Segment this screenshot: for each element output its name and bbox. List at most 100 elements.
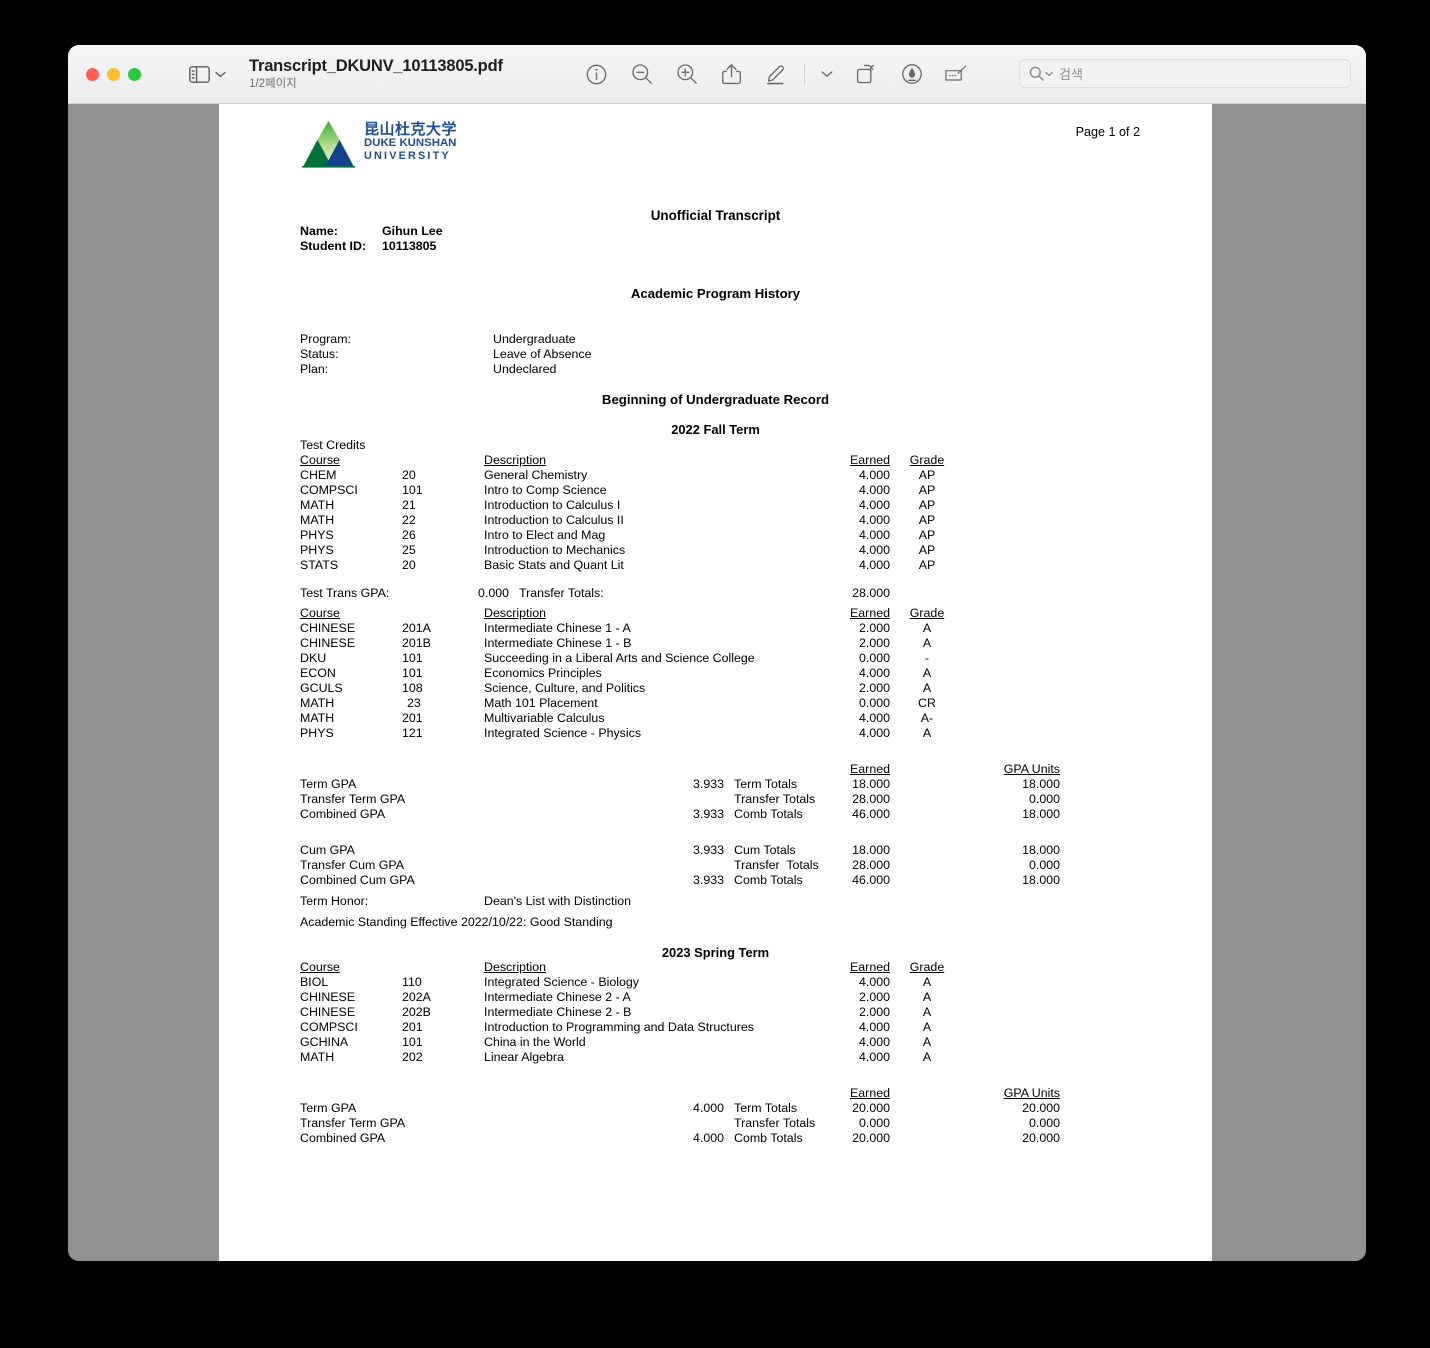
sidebar-chevron-down-icon[interactable] bbox=[215, 71, 226, 78]
table-row: China in the World bbox=[484, 1035, 586, 1049]
name-value: Gihun Lee bbox=[382, 224, 443, 238]
fall-totals-header-earned: Earned bbox=[850, 762, 890, 776]
table-row: 4.000 bbox=[858, 711, 890, 725]
combined-gpa-label: Combined GPA bbox=[300, 807, 386, 821]
table-row: MATH bbox=[300, 513, 335, 527]
spring-transfer-totals-earned: 0.000 bbox=[858, 1116, 890, 1130]
table-row: 4.000 bbox=[858, 483, 890, 497]
table-row: 4.000 bbox=[858, 975, 890, 989]
term-totals-earned: 18.000 bbox=[852, 777, 890, 791]
search-icon[interactable] bbox=[1029, 66, 1053, 81]
annotate-icon[interactable] bbox=[900, 62, 924, 86]
table-row: 202 bbox=[402, 1050, 423, 1064]
table-row: A bbox=[922, 726, 932, 740]
combined-cum-gpa-label: Combined Cum GPA bbox=[300, 873, 415, 887]
signature-icon[interactable] bbox=[945, 62, 969, 86]
spring-totals-header-gpa-units: GPA Units bbox=[1003, 1086, 1060, 1100]
table-row: A bbox=[922, 990, 932, 1004]
table-row: 26 bbox=[402, 528, 416, 542]
comb-cum-totals-label: Comb Totals bbox=[734, 873, 803, 887]
test-transfer-totals-label: Transfer Totals: bbox=[519, 586, 604, 600]
info-icon[interactable] bbox=[585, 62, 609, 86]
table-row: 101 bbox=[402, 651, 423, 665]
table-row: Intro to Comp Science bbox=[484, 483, 607, 497]
table-row: GCULS bbox=[300, 681, 343, 695]
cum-totals-label: Cum Totals bbox=[734, 843, 796, 857]
table-row: 201 bbox=[402, 1020, 423, 1034]
table-row: A bbox=[922, 1035, 932, 1049]
page-number-label: Page 1 of 2 bbox=[1075, 125, 1140, 139]
comb-totals-label: Comb Totals bbox=[734, 807, 803, 821]
spring-header-grade: Grade bbox=[909, 960, 945, 974]
table-row: Integrated Science - Physics bbox=[484, 726, 642, 740]
toolbar-divider bbox=[803, 63, 805, 85]
transfer-cum-totals-earned: 28.000 bbox=[852, 858, 890, 872]
table-row: CR bbox=[918, 696, 936, 710]
dku-logo: 昆山杜克大学 DUKE KUNSHAN UNIVERSITY bbox=[300, 119, 470, 173]
test-header-grade: Grade bbox=[909, 453, 945, 467]
table-row: 4.000 bbox=[858, 666, 890, 680]
table-row: 4.000 bbox=[858, 498, 890, 512]
table-row: A bbox=[922, 1020, 932, 1034]
spring-comb-totals-label: Comb Totals bbox=[734, 1131, 803, 1145]
table-row: 4.000 bbox=[858, 726, 890, 740]
sidebar-toggle-group[interactable] bbox=[189, 65, 226, 83]
table-row: A bbox=[922, 1005, 932, 1019]
term-totals-gpa-units: 18.000 bbox=[1022, 777, 1060, 791]
combined-gpa-value: 3.933 bbox=[692, 807, 724, 821]
share-icon[interactable] bbox=[720, 62, 744, 86]
table-row: Intermediate Chinese 2 - A bbox=[484, 990, 631, 1004]
window-titlebar: Transcript_DKUNV_10113805.pdf 1/2페이지 검색 bbox=[68, 45, 1366, 104]
table-row: DKU bbox=[300, 651, 327, 665]
fall-header-grade: Grade bbox=[909, 606, 945, 620]
table-row: STATS bbox=[300, 558, 339, 572]
table-row: A bbox=[922, 1050, 932, 1064]
pdf-content-area[interactable]: Page 1 of 2 昆山杜克大学 DUKE KUNSHAN UNIVERSI… bbox=[68, 104, 1366, 1261]
comb-cum-totals-earned: 46.000 bbox=[852, 873, 890, 887]
table-row: AP bbox=[918, 483, 936, 497]
minimize-window-button[interactable] bbox=[107, 67, 120, 81]
term-gpa-label: Term GPA bbox=[300, 777, 357, 791]
table-row: 2.000 bbox=[858, 636, 890, 650]
close-window-button[interactable] bbox=[86, 67, 99, 81]
table-row: 101 bbox=[402, 666, 423, 680]
maximize-window-button[interactable] bbox=[128, 67, 141, 81]
zoom-out-icon[interactable] bbox=[630, 62, 654, 86]
sidebar-icon[interactable] bbox=[189, 65, 210, 83]
spring-totals-header-earned: Earned bbox=[850, 1086, 890, 1100]
dku-logo-wordmark: 昆山杜克大学 DUKE KUNSHAN UNIVERSITY bbox=[364, 122, 457, 163]
table-row: 202A bbox=[402, 990, 431, 1004]
dku-logo-chinese: 昆山杜克大学 bbox=[364, 120, 458, 138]
table-row: 201 bbox=[402, 711, 423, 725]
table-row: CHINESE bbox=[300, 1005, 356, 1019]
table-row: AP bbox=[918, 528, 936, 542]
transfer-term-gpa-label: Transfer Term GPA bbox=[300, 792, 406, 806]
table-row: 201B bbox=[402, 636, 431, 650]
table-row: 4.000 bbox=[858, 528, 890, 542]
zoom-in-icon[interactable] bbox=[675, 62, 699, 86]
table-row: GCHINA bbox=[300, 1035, 349, 1049]
spring-transfer-totals-gpa-units: 0.000 bbox=[1028, 1116, 1060, 1130]
test-trans-gpa-value: 0.000 bbox=[477, 586, 509, 600]
fall-header-course: Course bbox=[300, 606, 340, 620]
table-row: Introduction to Calculus I bbox=[484, 498, 621, 512]
markup-pen-icon[interactable] bbox=[765, 62, 789, 86]
table-row: 20 bbox=[402, 558, 416, 572]
table-row: CHEM bbox=[300, 468, 337, 482]
table-row: MATH bbox=[300, 696, 335, 710]
test-header-course: Course bbox=[300, 453, 340, 467]
fall-header-description: Description bbox=[484, 606, 546, 620]
dku-logo-line1: DUKE KUNSHAN bbox=[364, 137, 457, 149]
table-row: CHINESE bbox=[300, 636, 356, 650]
table-row: 101 bbox=[402, 483, 423, 497]
spring-comb-totals-gpa-units: 20.000 bbox=[1022, 1131, 1060, 1145]
table-row: MATH bbox=[300, 498, 335, 512]
rotate-icon[interactable] bbox=[855, 62, 879, 86]
student-id-label: Student ID: bbox=[300, 239, 367, 253]
term-heading-1: 2023 Spring Term bbox=[661, 945, 770, 960]
markup-chevron-down-icon[interactable] bbox=[820, 62, 834, 86]
search-field[interactable]: 검색 bbox=[1019, 59, 1351, 88]
spring-term-gpa-value: 4.000 bbox=[692, 1101, 724, 1115]
term-totals-label: Term Totals bbox=[734, 777, 798, 791]
table-row: 101 bbox=[402, 1035, 423, 1049]
